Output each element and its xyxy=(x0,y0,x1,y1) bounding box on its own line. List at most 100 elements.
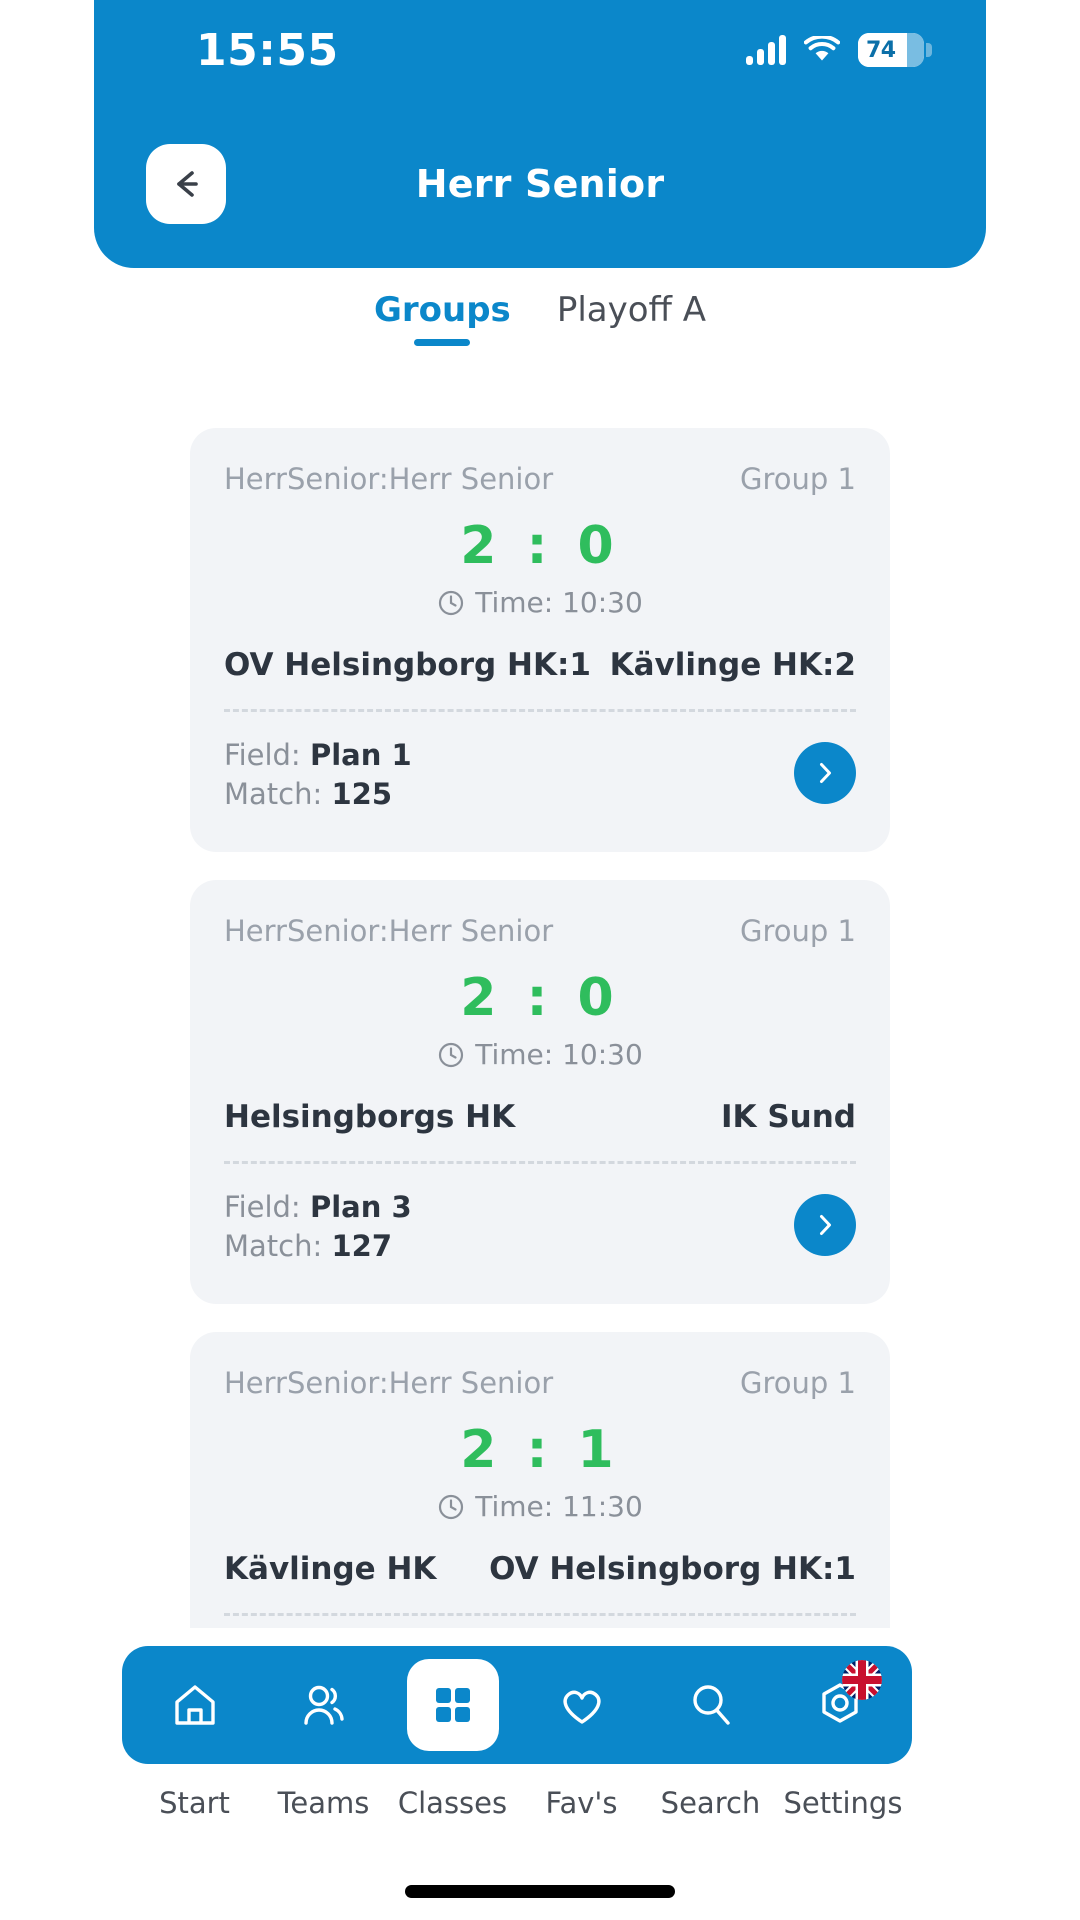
home-icon xyxy=(174,1685,215,1725)
field-label: Field: xyxy=(224,1190,301,1224)
field-label: Field: xyxy=(224,738,301,772)
match-card-header: HerrSenior:Herr Senior Group 1 xyxy=(224,462,856,496)
card-divider xyxy=(224,709,856,712)
match-teams: Helsingborgs HK IK Sund xyxy=(224,1099,856,1135)
chevron-right-icon xyxy=(820,763,831,783)
match-card-header: HerrSenior:Herr Senior Group 1 xyxy=(224,1366,856,1400)
card-divider xyxy=(224,1161,856,1164)
match-card[interactable]: HerrSenior:Herr Senior Group 1 2 : 1 Tim… xyxy=(190,1332,890,1628)
match-card[interactable]: HerrSenior:Herr Senior Group 1 2 : 0 Tim… xyxy=(190,880,890,1304)
status-bar-icons: 74 xyxy=(746,33,932,67)
nav-label-start: Start xyxy=(159,1786,230,1820)
match-time-row: Time: 10:30 xyxy=(224,586,856,619)
match-group: Group 1 xyxy=(740,462,856,496)
match-time-row: Time: 11:30 xyxy=(224,1490,856,1523)
match-value: 125 xyxy=(331,777,393,812)
match-group: Group 1 xyxy=(740,1366,856,1400)
page-title: Herr Senior xyxy=(415,162,665,206)
phone-viewport: 15:55 74 Herr Senior Groups Playoff A He… xyxy=(94,0,986,1920)
match-field: Field: Plan 3 xyxy=(224,1188,856,1227)
nav-item-classes[interactable] xyxy=(397,1646,509,1764)
status-bar: 15:55 74 xyxy=(94,0,986,100)
home-team: Kävlinge HK xyxy=(224,1551,437,1587)
tab-bar: Groups Playoff A xyxy=(94,290,986,350)
grid-icon xyxy=(435,1688,470,1722)
away-team: OV Helsingborg HK:1 xyxy=(489,1551,856,1587)
nav-active-pill xyxy=(406,1659,499,1751)
nav-label-search: Search xyxy=(660,1786,761,1820)
battery-icon: 74 xyxy=(858,33,932,67)
app-screen: 15:55 74 Herr Senior Groups Playoff A He… xyxy=(0,0,1080,1920)
field-value: Plan 3 xyxy=(309,1190,412,1224)
nav-item-start[interactable] xyxy=(139,1646,251,1764)
nav-item-search[interactable] xyxy=(655,1646,767,1764)
match-time: Time: 10:30 xyxy=(475,586,643,619)
home-team: Helsingborgs HK xyxy=(224,1099,516,1135)
match-card-footer: Field: Plan 3 Match: 127 xyxy=(224,1188,856,1278)
nav-label-classes: Classes xyxy=(397,1786,508,1820)
match-time: Time: 10:30 xyxy=(475,1038,643,1071)
nav-label-favs: Fav's xyxy=(545,1786,618,1820)
clock-icon xyxy=(439,1494,464,1519)
match-label: Match: xyxy=(224,1229,323,1264)
home-indicator[interactable] xyxy=(405,1885,675,1898)
match-details-button[interactable] xyxy=(794,1194,856,1256)
match-details-button[interactable] xyxy=(794,742,856,804)
nav-item-favs[interactable] xyxy=(526,1646,638,1764)
away-team: Kävlinge HK:2 xyxy=(609,647,856,683)
clock-icon xyxy=(439,590,464,615)
nav-item-teams[interactable] xyxy=(268,1646,380,1764)
chevron-right-icon xyxy=(820,1215,831,1235)
nav-item-settings[interactable] xyxy=(784,1646,896,1764)
bottom-navigation: Start Teams Classes Fav's Search Setting… xyxy=(94,1620,986,1920)
home-team: OV Helsingborg HK:1 xyxy=(224,647,591,683)
match-card-header: HerrSenior:Herr Senior Group 1 xyxy=(224,914,856,948)
back-button[interactable] xyxy=(146,144,226,224)
uk-flag-icon xyxy=(841,1660,882,1700)
match-score: 2 : 0 xyxy=(224,516,856,576)
match-class: HerrSenior:Herr Senior xyxy=(224,914,554,948)
clock-icon xyxy=(439,1042,464,1067)
match-card[interactable]: HerrSenior:Herr Senior Group 1 2 : 0 Tim… xyxy=(190,428,890,852)
match-class: HerrSenior:Herr Senior xyxy=(224,462,554,496)
score-home: 2 xyxy=(460,968,503,1028)
battery-percent: 74 xyxy=(866,37,896,63)
search-icon xyxy=(692,1685,730,1725)
status-bar-clock: 15:55 xyxy=(196,24,339,76)
bottom-nav-bar xyxy=(122,1646,912,1764)
tab-groups[interactable]: Groups xyxy=(374,290,511,350)
score-separator: : xyxy=(526,516,554,576)
score-away: 1 xyxy=(577,1420,620,1480)
match-number: Match: 125 xyxy=(224,775,856,814)
nav-label-settings: Settings xyxy=(783,1786,903,1820)
match-class: HerrSenior:Herr Senior xyxy=(224,1366,554,1400)
nav-label-teams: Teams xyxy=(277,1786,370,1820)
match-group: Group 1 xyxy=(740,914,856,948)
arrow-left-icon xyxy=(177,171,198,197)
match-value: 127 xyxy=(331,1229,393,1264)
score-separator: : xyxy=(526,968,554,1028)
score-away: 0 xyxy=(577,968,620,1028)
match-list[interactable]: HerrSenior:Herr Senior Group 1 2 : 0 Tim… xyxy=(94,428,986,1628)
match-time-row: Time: 10:30 xyxy=(224,1038,856,1071)
card-divider xyxy=(224,1613,856,1616)
wifi-icon xyxy=(804,36,840,61)
score-away: 0 xyxy=(577,516,620,576)
match-score: 2 : 0 xyxy=(224,968,856,1028)
signal-bars-icon xyxy=(746,35,786,65)
match-teams: OV Helsingborg HK:1 Kävlinge HK:2 xyxy=(224,647,856,683)
tab-playoff-a[interactable]: Playoff A xyxy=(557,290,706,350)
app-header: 15:55 74 Herr Senior xyxy=(94,0,986,268)
away-team: IK Sund xyxy=(720,1099,856,1135)
match-label: Match: xyxy=(224,777,323,812)
match-teams: Kävlinge HK OV Helsingborg HK:1 xyxy=(224,1551,856,1587)
match-number: Match: 127 xyxy=(224,1227,856,1266)
score-separator: : xyxy=(526,1420,554,1480)
field-value: Plan 1 xyxy=(309,738,412,772)
people-icon xyxy=(303,1685,344,1725)
match-time: Time: 11:30 xyxy=(475,1490,643,1523)
score-home: 2 xyxy=(460,1420,503,1480)
heart-icon xyxy=(562,1690,601,1724)
match-field: Field: Plan 1 xyxy=(224,736,856,775)
app-bar: Herr Senior xyxy=(94,100,986,268)
